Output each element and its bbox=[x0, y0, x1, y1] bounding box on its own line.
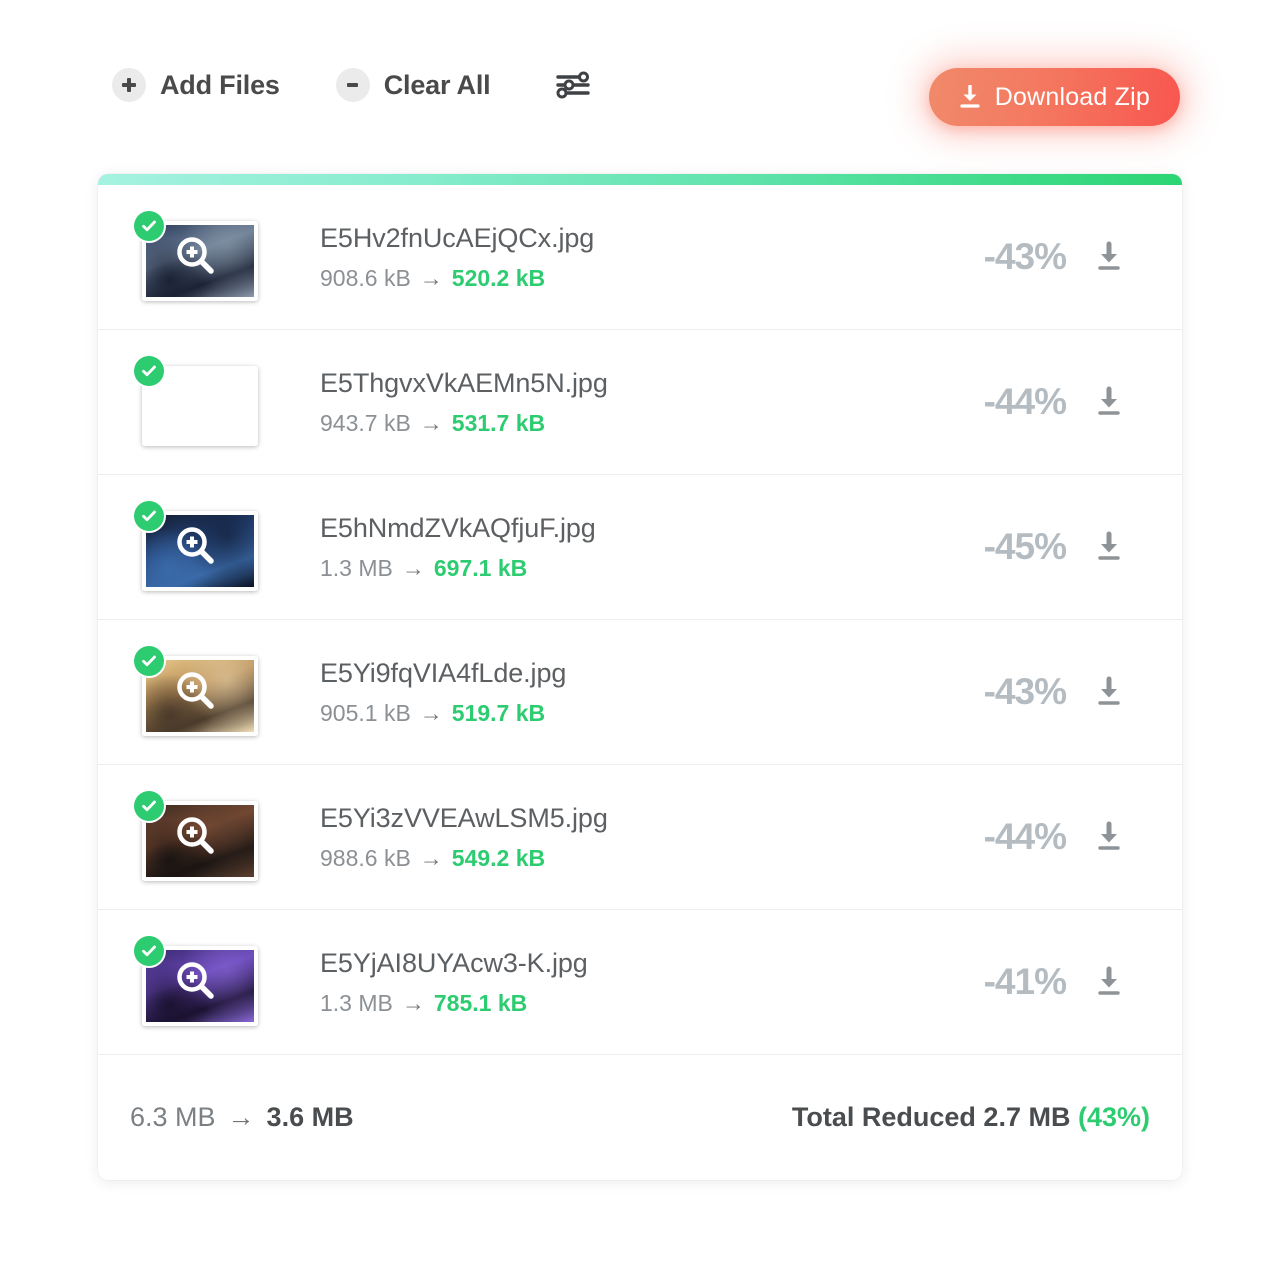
check-circle-icon bbox=[134, 646, 164, 676]
arrow-icon: → bbox=[401, 554, 425, 581]
download-icon bbox=[1098, 386, 1120, 415]
clear-all-label: Clear All bbox=[383, 69, 491, 100]
minus-icon bbox=[335, 68, 370, 102]
check-circle-icon bbox=[134, 356, 164, 386]
download-icon bbox=[1098, 241, 1120, 270]
check-circle-icon bbox=[134, 501, 164, 531]
file-size-change: 908.6 kB → 520.2 kB bbox=[320, 265, 916, 292]
table-row[interactable]: E5Yi9fqVIA4fLde.jpg 905.1 kB → 519.7 kB … bbox=[98, 620, 1182, 765]
table-row[interactable]: E5hNmdZVkAQfjuF.jpg 1.3 MB → 697.1 kB -4… bbox=[98, 475, 1182, 620]
size-before: 988.6 kB bbox=[320, 844, 411, 871]
total-reduced-summary: Total Reduced 2.7 MB (43%) bbox=[792, 1102, 1150, 1133]
download-icon bbox=[1098, 676, 1120, 705]
total-size-summary: 6.3 MB → 3.6 MB bbox=[130, 1102, 354, 1133]
thumbnail-preview[interactable] bbox=[134, 501, 258, 593]
plus-icon bbox=[112, 68, 146, 102]
add-files-button[interactable]: Add Files bbox=[112, 68, 280, 102]
add-files-label: Add Files bbox=[160, 69, 280, 100]
reduction-percent: -44% bbox=[983, 816, 1067, 857]
file-size-change: 1.3 MB → 697.1 kB bbox=[320, 555, 916, 582]
size-before: 1.3 MB bbox=[320, 554, 393, 581]
toolbar-actions: Add Files Clear All bbox=[112, 68, 591, 102]
clear-all-button[interactable]: Clear All bbox=[335, 68, 491, 102]
table-row[interactable]: E5Yi3zVVEAwLSM5.jpg 988.6 kB → 549.2 kB … bbox=[98, 765, 1182, 910]
size-after: 785.1 kB bbox=[433, 989, 528, 1016]
row-download-button[interactable] bbox=[1066, 531, 1152, 563]
thumbnail-preview[interactable] bbox=[134, 936, 258, 1028]
sliders-icon[interactable] bbox=[556, 70, 591, 100]
download-icon bbox=[1098, 966, 1120, 995]
row-download-button[interactable] bbox=[1066, 966, 1152, 998]
arrow-icon: → bbox=[419, 844, 443, 871]
size-before: 908.6 kB bbox=[320, 264, 411, 291]
download-zip-button[interactable]: Download Zip bbox=[928, 68, 1180, 126]
toolbar: Add Files Clear All Download Zip bbox=[0, 0, 1280, 170]
row-download-button[interactable] bbox=[1066, 821, 1152, 853]
file-info: E5ThgvxVkAEMn5N.jpg 943.7 kB → 531.7 kB bbox=[320, 368, 916, 437]
file-list-card: E5Hv2fnUcAEjQCx.jpg 908.6 kB → 520.2 kB … bbox=[98, 174, 1182, 1180]
file-size-change: 988.6 kB → 549.2 kB bbox=[320, 845, 916, 872]
file-info: E5Hv2fnUcAEjQCx.jpg 908.6 kB → 520.2 kB bbox=[320, 223, 916, 292]
download-icon bbox=[960, 85, 980, 108]
check-circle-icon bbox=[134, 936, 164, 966]
size-after: 519.7 kB bbox=[451, 699, 546, 726]
file-name: E5YjAI8UYAcw3-K.jpg bbox=[320, 947, 588, 978]
reduction-percent: -43% bbox=[983, 236, 1067, 277]
file-info: E5hNmdZVkAQfjuF.jpg 1.3 MB → 697.1 kB bbox=[320, 513, 916, 582]
totals-footer: 6.3 MB → 3.6 MB Total Reduced 2.7 MB (43… bbox=[98, 1055, 1182, 1180]
size-before: 905.1 kB bbox=[320, 699, 411, 726]
check-circle-icon bbox=[134, 211, 164, 241]
arrow-icon: → bbox=[227, 1102, 255, 1132]
check-circle-icon bbox=[134, 791, 164, 821]
size-after: 520.2 kB bbox=[451, 264, 546, 291]
reduction-percent: -45% bbox=[983, 526, 1067, 567]
file-name: E5Hv2fnUcAEjQCx.jpg bbox=[320, 222, 595, 253]
download-icon bbox=[1098, 531, 1120, 560]
image-compressor-app: Add Files Clear All Download Zip E5Hv2fn… bbox=[0, 0, 1280, 1280]
row-download-button[interactable] bbox=[1066, 241, 1152, 273]
table-row[interactable]: E5ThgvxVkAEMn5N.jpg 943.7 kB → 531.7 kB … bbox=[98, 330, 1182, 475]
total-before: 6.3 MB bbox=[130, 1102, 216, 1132]
reduction-percent: -44% bbox=[983, 381, 1067, 422]
file-list: E5Hv2fnUcAEjQCx.jpg 908.6 kB → 520.2 kB … bbox=[98, 185, 1182, 1055]
file-size-change: 905.1 kB → 519.7 kB bbox=[320, 700, 916, 727]
size-after: 549.2 kB bbox=[451, 844, 546, 871]
download-icon bbox=[1098, 821, 1120, 850]
file-name: E5ThgvxVkAEMn5N.jpg bbox=[320, 367, 608, 398]
total-reduced-percent: (43%) bbox=[1077, 1102, 1150, 1132]
size-after: 531.7 kB bbox=[451, 409, 546, 436]
download-zip-label: Download Zip bbox=[994, 82, 1150, 111]
file-info: E5Yi9fqVIA4fLde.jpg 905.1 kB → 519.7 kB bbox=[320, 658, 916, 727]
file-info: E5Yi3zVVEAwLSM5.jpg 988.6 kB → 549.2 kB bbox=[320, 803, 916, 872]
file-name: E5Yi9fqVIA4fLde.jpg bbox=[320, 657, 567, 688]
reduction-percent: -41% bbox=[983, 961, 1067, 1002]
total-after: 3.6 MB bbox=[266, 1102, 354, 1132]
thumbnail-preview[interactable] bbox=[134, 211, 258, 303]
file-size-change: 1.3 MB → 785.1 kB bbox=[320, 990, 916, 1017]
table-row[interactable]: E5Hv2fnUcAEjQCx.jpg 908.6 kB → 520.2 kB … bbox=[98, 185, 1182, 330]
progress-bar bbox=[98, 174, 1182, 185]
size-after: 697.1 kB bbox=[433, 554, 528, 581]
arrow-icon: → bbox=[419, 699, 443, 726]
row-download-button[interactable] bbox=[1066, 386, 1152, 418]
file-info: E5YjAI8UYAcw3-K.jpg 1.3 MB → 785.1 kB bbox=[320, 948, 916, 1017]
thumbnail-preview[interactable] bbox=[134, 791, 258, 883]
row-download-button[interactable] bbox=[1066, 676, 1152, 708]
size-before: 1.3 MB bbox=[320, 989, 393, 1016]
arrow-icon: → bbox=[401, 989, 425, 1016]
size-before: 943.7 kB bbox=[320, 409, 411, 436]
thumbnail-preview[interactable] bbox=[134, 356, 258, 448]
thumbnail-preview[interactable] bbox=[134, 646, 258, 738]
arrow-icon: → bbox=[419, 409, 443, 436]
file-name: E5Yi3zVVEAwLSM5.jpg bbox=[320, 802, 608, 833]
reduction-percent: -43% bbox=[983, 671, 1067, 712]
table-row[interactable]: E5YjAI8UYAcw3-K.jpg 1.3 MB → 785.1 kB -4… bbox=[98, 910, 1182, 1055]
total-reduced-label: Total Reduced 2.7 MB bbox=[791, 1102, 1071, 1132]
arrow-icon: → bbox=[419, 264, 443, 291]
file-size-change: 943.7 kB → 531.7 kB bbox=[320, 410, 916, 437]
file-name: E5hNmdZVkAQfjuF.jpg bbox=[320, 512, 596, 543]
